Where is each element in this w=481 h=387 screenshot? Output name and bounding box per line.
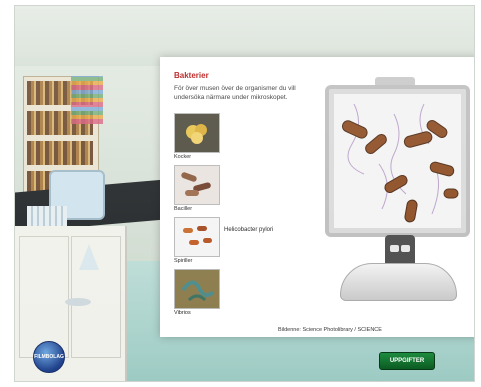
cocci-thumbnail-icon [175, 114, 219, 152]
microscope-viewer [325, 77, 470, 301]
bacteria-panel: Bakterier För över musen över de organis… [160, 57, 474, 337]
vibrio-thumbnail-icon [175, 270, 219, 308]
thumbnail-spirilla[interactable] [174, 217, 220, 257]
shelf-row [27, 141, 93, 165]
thumbnail-bacilli[interactable] [174, 165, 220, 205]
tasks-button[interactable]: UPPGIFTER [379, 352, 435, 370]
image-credit: Bildenne: Science Photolibrary / SCIENCE [278, 327, 382, 333]
spirilla-thumbnail-icon [175, 218, 219, 256]
viewer-screen-frame [325, 85, 470, 237]
thumbnail-cocci[interactable] [174, 113, 220, 153]
logo: FILMBOLAG [33, 341, 65, 373]
helicobacter-image [334, 94, 461, 228]
cabinet-door [19, 236, 69, 358]
thumbnail-label: Spiriller [174, 258, 193, 264]
viewer-base [340, 263, 457, 301]
panel-description: För över musen över de organismer du vil… [174, 85, 296, 101]
flask-icon [79, 244, 99, 270]
periodic-table-poster [71, 76, 103, 124]
thumbnail-label: Kocker [174, 154, 192, 160]
thumbnail-label: Vibrios [174, 310, 191, 316]
petri-dish-icon [65, 298, 91, 306]
eyepiece-icon [401, 245, 410, 252]
eyepiece-icon [390, 245, 399, 252]
thumbnail-label: Baciller [174, 206, 193, 212]
panel-title: Bakterier [174, 71, 209, 80]
microscope-image [334, 94, 461, 228]
thumbnail-vibrio[interactable] [174, 269, 220, 309]
helicobacter-label: Helicobacter pylori [224, 227, 274, 233]
test-tubes-icon [27, 206, 67, 226]
app-frame: FILMBOLAG Bakterier För över musen över … [14, 5, 475, 382]
bacilli-thumbnail-icon [175, 166, 219, 204]
